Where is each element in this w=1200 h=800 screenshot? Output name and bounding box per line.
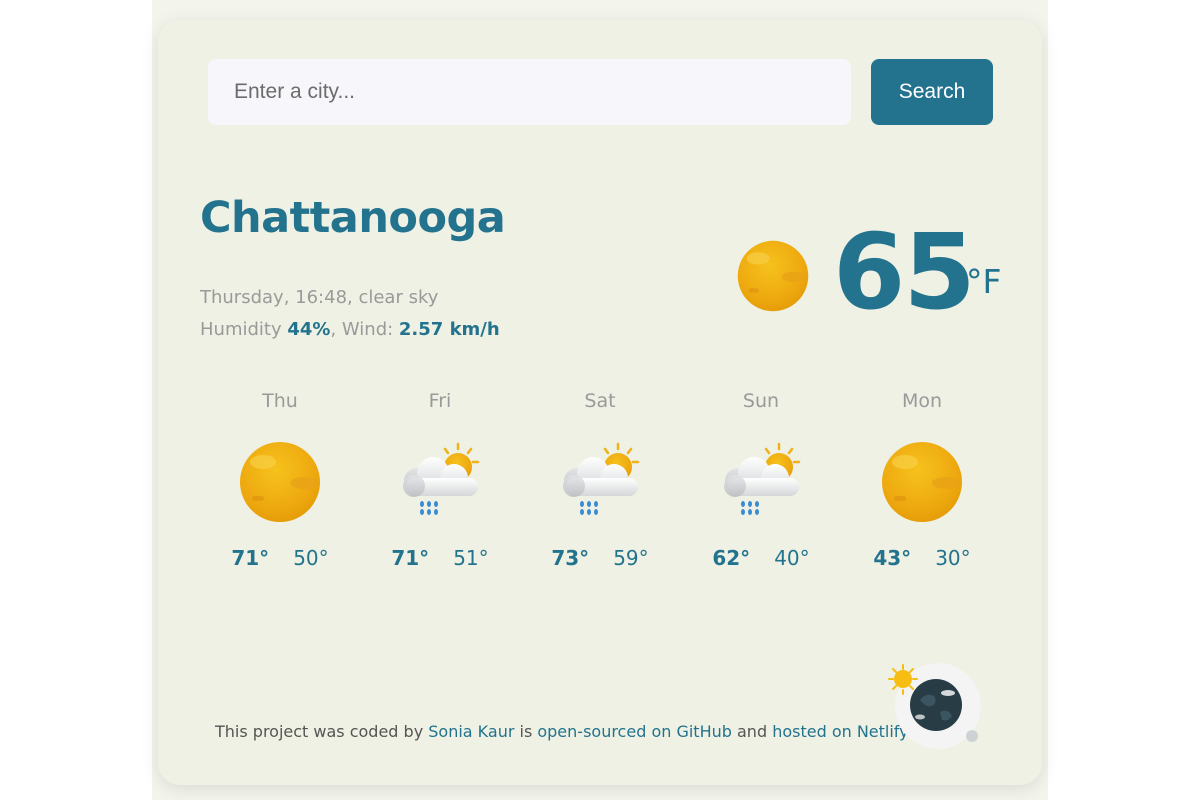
temperature-unit: °F xyxy=(966,262,1002,301)
sun-icon xyxy=(238,440,322,524)
forecast-day-fri: Fri 71° 51° xyxy=(360,390,520,590)
forecast-high: 71° xyxy=(391,546,430,570)
forecast-day-thu: Thu 71° 50° xyxy=(200,390,360,590)
city-search-input[interactable] xyxy=(208,59,851,125)
forecast-high: 62° xyxy=(712,546,751,570)
rain-cloud-sun-icon xyxy=(558,440,642,524)
forecast-temps: 62° 40° xyxy=(681,546,841,570)
forecast-day-mon: Mon 43° 30° xyxy=(842,390,1002,590)
weather-details: Thursday, 16:48, clear sky Humidity 44%,… xyxy=(200,282,500,346)
footer-credits: This project was coded by Sonia Kaur is … xyxy=(215,722,909,741)
humidity-value: 44% xyxy=(287,319,331,340)
globe-logo-icon xyxy=(888,663,981,749)
wind-label: , Wind: xyxy=(330,319,399,340)
forecast-day-name: Sat xyxy=(584,390,616,412)
forecast-temps: 73° 59° xyxy=(520,546,680,570)
forecast-day-name: Mon xyxy=(901,390,943,412)
footer-text: and xyxy=(731,722,773,741)
rain-cloud-sun-icon xyxy=(398,440,482,524)
humidity-label: Humidity xyxy=(200,319,288,340)
forecast-day-sat: Sat 73° 59° xyxy=(520,390,680,590)
current-temperature: 65 xyxy=(833,211,976,333)
sun-icon xyxy=(880,440,964,524)
forecast-temps: 71° 50° xyxy=(200,546,360,570)
forecast-high: 43° xyxy=(873,546,912,570)
forecast-day-name: Sun xyxy=(742,390,780,412)
search-button[interactable]: Search xyxy=(871,59,993,125)
forecast-low: 40° xyxy=(774,546,810,570)
forecast-high: 73° xyxy=(551,546,590,570)
city-name: Chattanooga xyxy=(200,193,506,243)
footer-text: This project was coded by xyxy=(215,722,429,741)
author-link[interactable]: Sonia Kaur xyxy=(428,722,514,741)
rain-cloud-sun-icon xyxy=(719,440,803,524)
forecast-temps: 43° 30° xyxy=(842,546,1002,570)
forecast-low: 50° xyxy=(293,546,329,570)
date-description: Thursday, 16:48, clear sky xyxy=(200,287,439,308)
forecast-low: 59° xyxy=(613,546,649,570)
footer-text: is xyxy=(514,722,538,741)
forecast-day-name: Thu xyxy=(262,390,298,412)
wind-value: 2.57 km/h xyxy=(398,319,500,340)
humidity-wind-line: Humidity 44%, Wind: 2.57 km/h xyxy=(200,314,500,346)
sun-icon xyxy=(736,239,810,313)
github-link[interactable]: open-sourced on GitHub xyxy=(537,722,732,741)
forecast-high: 71° xyxy=(231,546,270,570)
forecast-temps: 71° 51° xyxy=(360,546,520,570)
forecast-day-name: Fri xyxy=(428,390,452,412)
forecast-day-sun: Sun 62° 40° xyxy=(681,390,841,590)
forecast-low: 30° xyxy=(935,546,971,570)
forecast-low: 51° xyxy=(453,546,489,570)
